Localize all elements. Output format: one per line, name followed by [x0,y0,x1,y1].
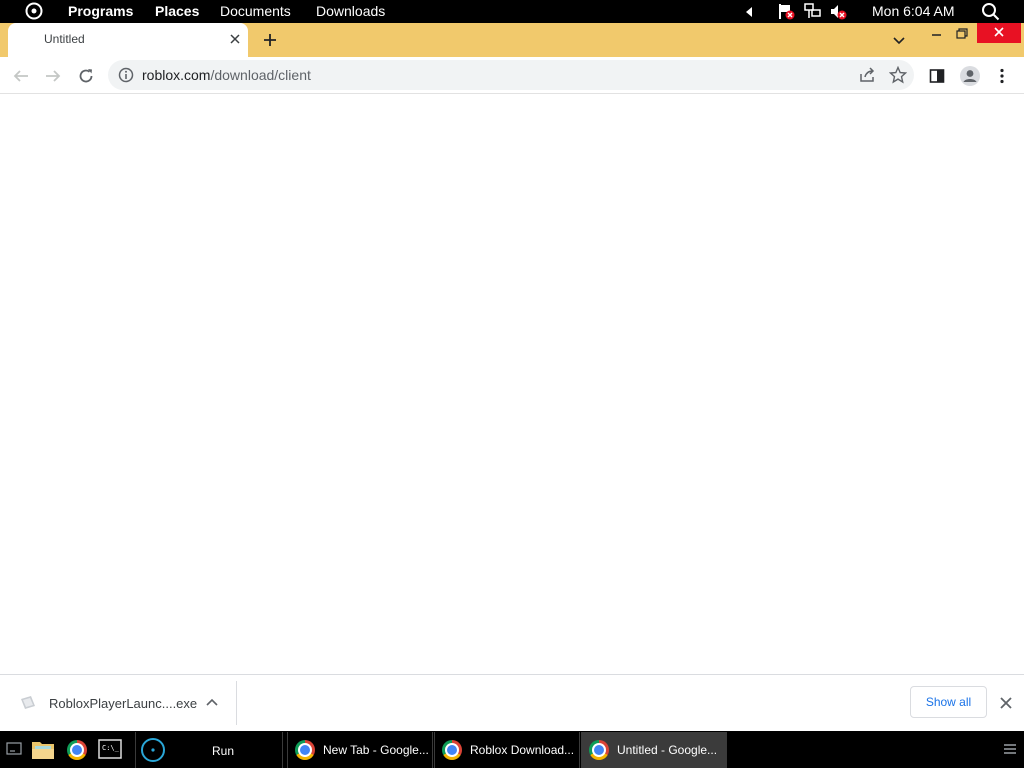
task-label: New Tab - Google... [323,743,429,757]
task-label: Untitled - Google... [617,743,718,757]
share-icon[interactable] [858,66,876,89]
run-label: Run [212,744,235,758]
programs-menu[interactable]: Programs [68,0,133,23]
profile-avatar-icon[interactable] [957,63,983,89]
taskbar-task-untitled[interactable]: Untitled - Google... [581,732,727,768]
tab-title: Untitled [44,32,85,46]
task-label: Roblox Download... [470,743,575,757]
browser-toolbar: roblox.com/download/client [0,57,1024,94]
taskbar-menu-icon[interactable] [1003,742,1017,761]
flag-alert-icon[interactable] [778,3,796,23]
tab-close-icon[interactable] [226,30,244,48]
shelf-divider [236,681,237,725]
download-file-name[interactable]: RobloxPlayerLaunc....exe [49,696,197,711]
svg-text:C:\_: C:\_ [102,744,120,752]
url-path: /download/client [210,67,311,83]
download-shelf: RobloxPlayerLaunc....exe Show all [0,674,1024,731]
taskbar-task-roblox-download[interactable]: Roblox Download... [434,732,580,768]
tray-expand-icon[interactable] [744,5,754,21]
tab-search-button[interactable] [890,31,908,49]
chrome-icon [295,740,315,760]
top-panel: Programs Places Documents Downloads Mon … [0,0,1024,23]
documents-menu[interactable]: Documents [220,0,291,23]
downloads-menu[interactable]: Downloads [316,0,385,23]
clock[interactable]: Mon 6:04 AM [872,0,955,23]
page-content[interactable] [0,94,1024,674]
run-icon [140,737,166,766]
window-close-button[interactable] [977,23,1021,43]
url-host: roblox.com [142,67,211,83]
network-icon[interactable] [804,3,822,23]
search-icon[interactable] [981,2,1000,24]
tab-untitled[interactable]: Untitled [8,23,248,57]
new-tab-button[interactable] [260,30,280,50]
places-menu[interactable]: Places [155,0,199,23]
chrome-icon [442,740,462,760]
terminal-icon[interactable]: C:\_ [98,739,122,764]
download-options-chevron-icon[interactable] [204,695,220,716]
url-text[interactable]: roblox.com/download/client [142,67,311,83]
close-shelf-icon[interactable] [998,695,1014,716]
restore-button[interactable] [951,25,973,43]
side-panel-icon[interactable] [924,63,950,89]
minimize-button[interactable] [926,25,948,43]
volume-muted-icon[interactable] [830,3,848,23]
show-all-button[interactable]: Show all [910,686,987,718]
file-icon [20,695,36,716]
chrome-icon [589,740,609,760]
address-bar[interactable]: roblox.com/download/client [108,60,914,90]
taskbar-task-new-tab[interactable]: New Tab - Google... [287,732,433,768]
chrome-launcher-icon[interactable] [67,740,87,760]
site-info-icon[interactable] [118,67,134,88]
back-button[interactable] [8,63,34,89]
applications-menu-icon[interactable] [25,2,43,20]
taskbar-run[interactable]: Run [135,732,283,768]
taskbar: C:\_ Run New Tab - Google... Roblox Down… [0,731,1024,768]
more-menu-icon[interactable] [989,63,1015,89]
reload-button[interactable] [73,63,99,89]
forward-button[interactable] [40,63,66,89]
show-desktop-icon[interactable] [6,742,22,761]
file-manager-icon[interactable] [31,738,55,765]
bookmark-star-icon[interactable] [888,65,908,89]
